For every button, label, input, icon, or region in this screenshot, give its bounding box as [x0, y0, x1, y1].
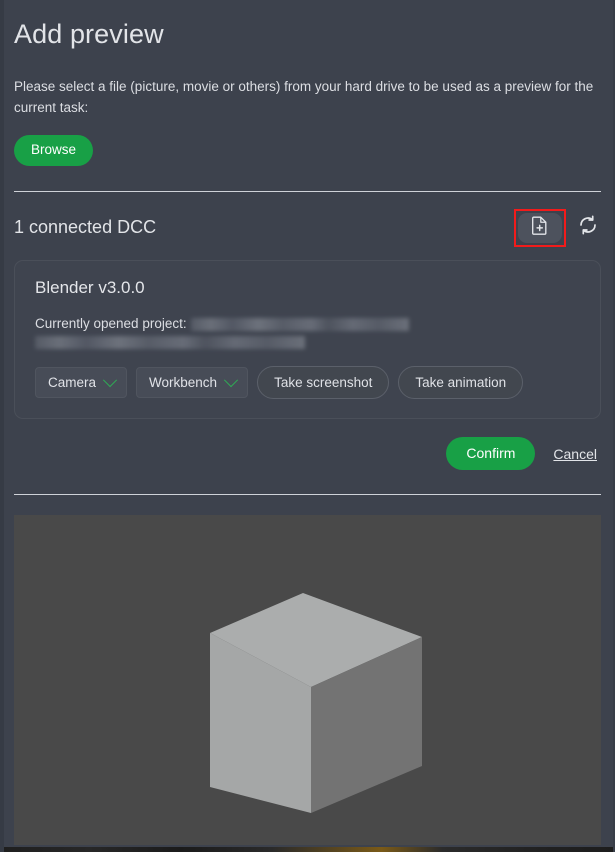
preview-viewport[interactable] [14, 515, 601, 846]
current-project-value-redacted [190, 317, 409, 331]
dialog-actions: Confirm Cancel [0, 437, 615, 471]
cancel-link[interactable]: Cancel [553, 446, 597, 462]
divider-top [14, 190, 601, 192]
chevron-down-icon [223, 372, 239, 387]
add-file-button[interactable] [518, 212, 562, 243]
chevron-down-icon [102, 372, 118, 387]
cube-render [14, 515, 601, 846]
current-project-label: Currently opened project: [35, 315, 187, 331]
document-plus-icon [532, 216, 548, 240]
confirm-button[interactable]: Confirm [446, 437, 536, 471]
cutoff-content-sliver [4, 847, 613, 852]
dcc-card-title: Blender v3.0.0 [35, 277, 145, 297]
dcc-card-controls: Camera Workbench Take screenshot Take an… [35, 365, 580, 400]
refresh-button[interactable] [575, 215, 601, 241]
take-screenshot-button[interactable]: Take screenshot [257, 365, 390, 400]
divider-bottom [14, 494, 601, 496]
renderer-select[interactable]: Workbench [136, 366, 249, 399]
browse-button-row: Browse [14, 135, 601, 166]
refresh-icon [577, 214, 599, 241]
connected-dcc-title: 1 connected DCC [14, 217, 157, 238]
current-project-value-redacted-line2 [35, 335, 305, 349]
left-edge-strip [0, 0, 4, 852]
dcc-header: 1 connected DCC [14, 208, 601, 247]
add-preview-dialog: Add preview Please select a file (pictur… [0, 0, 615, 852]
camera-select[interactable]: Camera [35, 366, 128, 399]
dcc-card-blender: Blender v3.0.0 Currently opened project:… [14, 259, 601, 420]
camera-select-label: Camera [48, 374, 97, 390]
take-animation-button[interactable]: Take animation [398, 365, 524, 400]
renderer-select-label: Workbench [149, 374, 218, 390]
browse-button[interactable]: Browse [14, 135, 94, 166]
page-title: Add preview [14, 19, 164, 49]
current-project-row: Currently opened project: [35, 314, 580, 349]
instructions-text: Please select a file (picture, movie or … [14, 79, 594, 116]
add-file-highlight-box [514, 208, 566, 247]
dcc-header-actions [514, 208, 601, 247]
